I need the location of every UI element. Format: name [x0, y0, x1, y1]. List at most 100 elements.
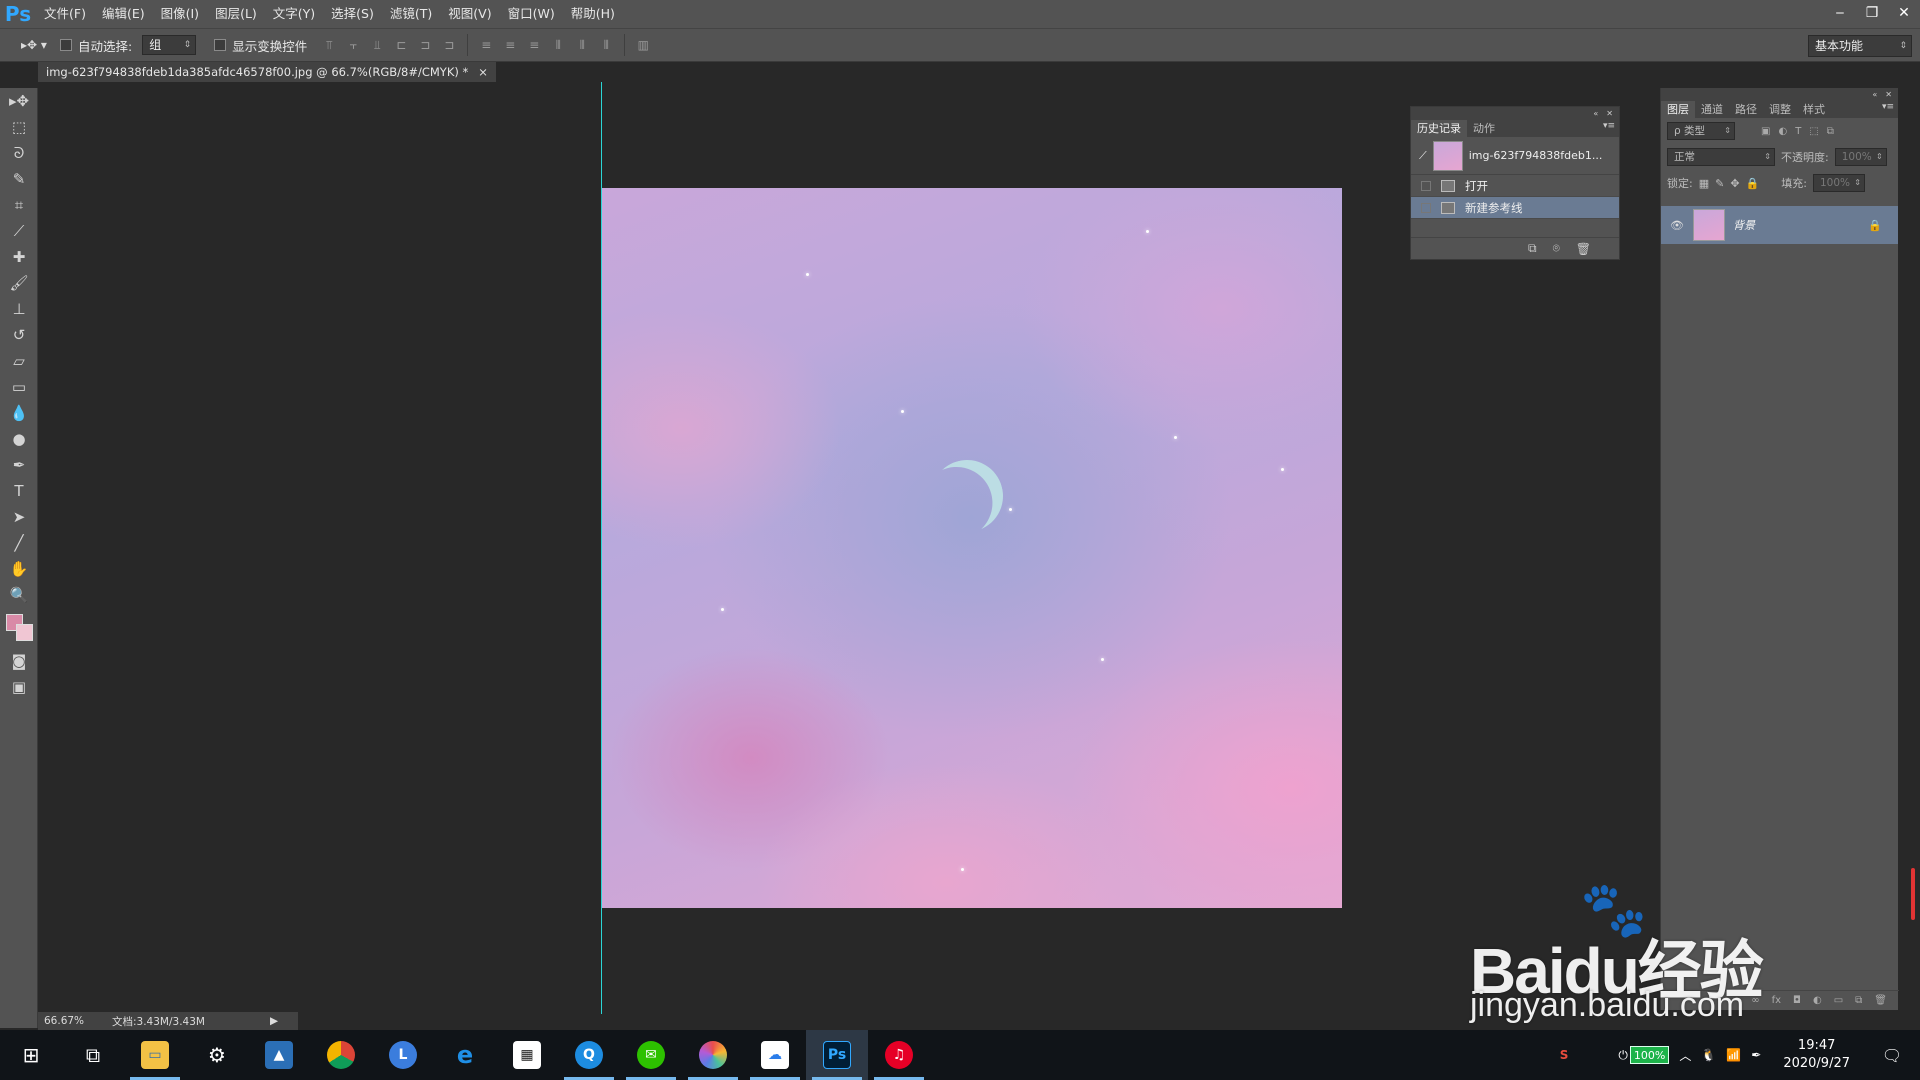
- tab-adjustments[interactable]: 调整: [1763, 101, 1797, 118]
- tab-layers[interactable]: 图层: [1661, 101, 1695, 118]
- edge-icon[interactable]: e: [434, 1030, 496, 1080]
- move-tool-icon[interactable]: ▸✥: [0, 88, 38, 114]
- healing-brush-tool-icon[interactable]: ✚: [0, 244, 38, 270]
- quick-mask-icon[interactable]: ◙: [0, 648, 38, 674]
- screen-mode-icon[interactable]: ▣: [0, 674, 38, 700]
- photos-icon[interactable]: ▲: [248, 1030, 310, 1080]
- line-tool-icon[interactable]: ╱: [0, 530, 38, 556]
- close-button[interactable]: ✕: [1888, 0, 1920, 26]
- menu-help[interactable]: 帮助(H): [563, 0, 623, 28]
- delete-layer-icon[interactable]: 🗑: [1874, 995, 1887, 1006]
- baidu-netdisk-icon[interactable]: ☁: [744, 1030, 806, 1080]
- menu-window[interactable]: 窗口(W): [500, 0, 563, 28]
- settings-icon[interactable]: ⚙: [186, 1030, 248, 1080]
- file-explorer-icon[interactable]: ▭: [124, 1030, 186, 1080]
- zoom-level[interactable]: 66.67%: [38, 1015, 84, 1027]
- l-app-icon[interactable]: L: [372, 1030, 434, 1080]
- hand-tool-icon[interactable]: ✋: [0, 556, 38, 582]
- path-select-tool-icon[interactable]: ➤: [0, 504, 38, 530]
- lock-pixels-icon[interactable]: ✎: [1715, 177, 1724, 190]
- new-layer-icon[interactable]: ⧉: [1855, 995, 1862, 1006]
- lasso-tool-icon[interactable]: ᘐ: [0, 140, 38, 166]
- blur-tool-icon[interactable]: 💧: [0, 400, 38, 426]
- battery-indicator[interactable]: ⏻ 100%: [1618, 1046, 1670, 1064]
- history-checkbox[interactable]: [1421, 180, 1431, 191]
- opacity-input[interactable]: 100%: [1834, 148, 1887, 166]
- lock-position-icon[interactable]: ✥: [1730, 177, 1739, 190]
- align-right-icon[interactable]: ⊐: [439, 36, 459, 54]
- lock-transparency-icon[interactable]: ▦: [1699, 177, 1709, 190]
- new-document-from-state-icon[interactable]: ⧉: [1528, 241, 1537, 256]
- smart-object-filter-icon[interactable]: ⧉: [1827, 126, 1834, 137]
- sogou-input-icon[interactable]: S: [1560, 1048, 1569, 1062]
- distribute-left-icon[interactable]: ⦀: [548, 36, 568, 54]
- panel-close-icon[interactable]: ✕: [1606, 109, 1613, 118]
- minimize-button[interactable]: ‒: [1824, 0, 1856, 26]
- status-arrow-icon[interactable]: ▶: [270, 1015, 278, 1027]
- menu-filter[interactable]: 滤镜(T): [382, 0, 440, 28]
- adjustment-filter-icon[interactable]: ◐: [1778, 126, 1787, 137]
- lock-all-icon[interactable]: 🔒: [1746, 177, 1760, 190]
- menu-image[interactable]: 图像(I): [153, 0, 207, 28]
- collapse-icon[interactable]: «: [1593, 109, 1598, 118]
- move-tool-preset-icon[interactable]: ▸✥ ▾: [18, 34, 50, 56]
- scroll-indicator[interactable]: [1911, 868, 1915, 920]
- menu-select[interactable]: 选择(S): [323, 0, 382, 28]
- document-tab[interactable]: img-623f794838fdeb1da385afdc46578f00.jpg…: [38, 62, 496, 82]
- wechat-icon[interactable]: ✉: [620, 1030, 682, 1080]
- history-item-new-guide[interactable]: 新建参考线: [1411, 197, 1619, 219]
- layer-row-background[interactable]: 👁 背景 🔒: [1661, 206, 1898, 244]
- group-folder-icon[interactable]: ▭: [1834, 995, 1843, 1006]
- align-left-icon[interactable]: ⊏: [391, 36, 411, 54]
- show-hidden-icons-icon[interactable]: ︿: [1679, 1047, 1691, 1064]
- align-vcenter-icon[interactable]: ⫟: [343, 36, 363, 54]
- tab-paths[interactable]: 路径: [1729, 101, 1763, 118]
- color-app-icon[interactable]: [682, 1030, 744, 1080]
- task-view-icon[interactable]: ⧉: [62, 1030, 124, 1080]
- gradient-tool-icon[interactable]: ▭: [0, 374, 38, 400]
- restore-button[interactable]: ❐: [1856, 0, 1888, 26]
- distribute-vcenter-icon[interactable]: ≡: [500, 36, 520, 54]
- camera-icon[interactable]: ⌾: [1553, 241, 1560, 256]
- adjustment-layer-icon[interactable]: ◐: [1813, 995, 1822, 1006]
- workspace-dropdown[interactable]: 基本功能: [1808, 35, 1912, 57]
- pixel-filter-icon[interactable]: ▣: [1761, 126, 1770, 137]
- vertical-guide[interactable]: [601, 82, 602, 1014]
- align-bottom-icon[interactable]: ⫫: [367, 36, 387, 54]
- panel-menu-icon[interactable]: ▾≡: [1603, 121, 1615, 131]
- align-hcenter-icon[interactable]: ⊐: [415, 36, 435, 54]
- auto-select-dropdown[interactable]: 组: [142, 35, 197, 55]
- photoshop-taskbar-icon[interactable]: Ps: [806, 1030, 868, 1080]
- distribute-right-icon[interactable]: ⦀: [596, 36, 616, 54]
- dodge-tool-icon[interactable]: ●: [0, 426, 38, 452]
- clock[interactable]: 19:47 2020/9/27: [1783, 1037, 1850, 1073]
- distribute-bottom-icon[interactable]: ≡: [524, 36, 544, 54]
- layer-filter-dropdown[interactable]: ρ 类型: [1667, 122, 1735, 140]
- panel-close-icon[interactable]: ✕: [1885, 90, 1892, 99]
- history-brush-source-icon[interactable]: ⟋: [1419, 149, 1427, 163]
- distribute-hcenter-icon[interactable]: ⦀: [572, 36, 592, 54]
- menu-view[interactable]: 视图(V): [440, 0, 499, 28]
- zoom-tool-icon[interactable]: 🔍: [0, 582, 38, 608]
- eraser-tool-icon[interactable]: ▱: [0, 348, 38, 374]
- store-icon[interactable]: ▦: [496, 1030, 558, 1080]
- visibility-eye-icon[interactable]: 👁: [1669, 219, 1685, 232]
- chrome-icon[interactable]: [310, 1030, 372, 1080]
- layer-name[interactable]: 背景: [1733, 217, 1755, 233]
- netease-music-icon[interactable]: ♫: [868, 1030, 930, 1080]
- start-icon[interactable]: ⊞: [0, 1030, 62, 1080]
- notification-center-icon[interactable]: 🗨: [1872, 1046, 1912, 1065]
- type-filter-icon[interactable]: T: [1795, 126, 1801, 137]
- blend-mode-dropdown[interactable]: 正常: [1667, 148, 1775, 166]
- qq-browser-icon[interactable]: Q: [558, 1030, 620, 1080]
- menu-edit[interactable]: 编辑(E): [94, 0, 153, 28]
- tab-channels[interactable]: 通道: [1695, 101, 1729, 118]
- qq-tray-icon[interactable]: 🐧: [1701, 1048, 1716, 1062]
- history-snapshot[interactable]: ⟋ img-623f794838fdeb1...: [1411, 137, 1619, 175]
- type-tool-icon[interactable]: T: [0, 478, 38, 504]
- auto-align-layers-icon[interactable]: ▥: [633, 36, 653, 54]
- tab-actions[interactable]: 动作: [1467, 120, 1501, 137]
- menu-file[interactable]: 文件(F): [36, 0, 94, 28]
- pen-tool-icon[interactable]: ✒: [0, 452, 38, 478]
- eyedropper-tool-icon[interactable]: ⟋: [0, 218, 38, 244]
